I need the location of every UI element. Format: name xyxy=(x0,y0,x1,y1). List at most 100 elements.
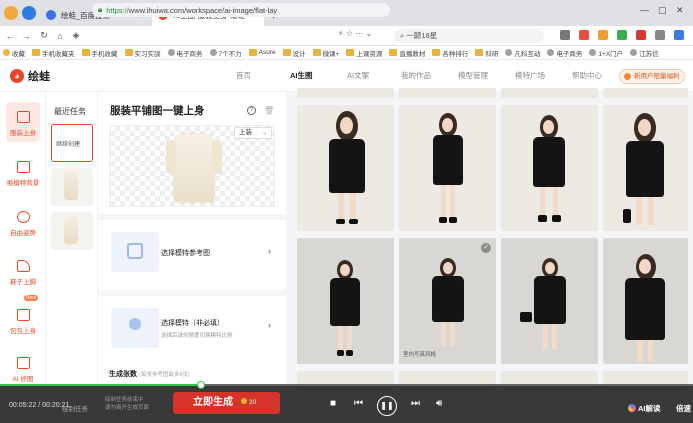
result-image[interactable] xyxy=(297,88,394,98)
bag-icon xyxy=(16,309,30,321)
browser-search-input[interactable]: ⌕ 一颠18星 xyxy=(394,29,544,43)
bookmark-item[interactable]: 1+X门户 xyxy=(589,48,623,58)
progress-fill xyxy=(0,384,201,386)
bookmark-item[interactable]: 江苏信 xyxy=(630,48,659,58)
model-figure xyxy=(531,115,567,229)
bookmark-item[interactable]: 电子商务 xyxy=(167,48,203,58)
bookmark-item[interactable]: 电子商务 xyxy=(547,48,582,58)
new-user-promo-button[interactable]: 新用户限量福利 xyxy=(619,69,685,84)
reference-model-card[interactable]: 选择模特参考图 › xyxy=(98,214,286,278)
bookmark-item[interactable]: 实习实訓 xyxy=(124,48,161,58)
bookmark-item[interactable]: 手机收藏夹 xyxy=(32,48,75,58)
result-image[interactable] xyxy=(399,105,496,231)
recent-item[interactable] xyxy=(51,212,93,250)
generate-now-button[interactable]: 立即生成 20 xyxy=(173,392,280,414)
forward-icon[interactable]: → xyxy=(18,31,34,41)
progress-handle[interactable] xyxy=(196,381,205,389)
image-add-icon xyxy=(127,243,143,259)
task-hint-1: 绘制任务结束中 xyxy=(105,397,144,403)
garment-type-select[interactable]: 上装 ⌄ xyxy=(234,127,272,139)
close-window-icon[interactable]: ✕ xyxy=(676,5,684,16)
result-image[interactable] xyxy=(603,105,688,231)
refresh-icon[interactable]: ↻ xyxy=(36,30,52,41)
bookmark-item[interactable]: 7个不力 xyxy=(209,48,242,58)
results-gallery: ✓ 室内写真风格 xyxy=(286,88,693,391)
result-image[interactable] xyxy=(501,105,598,231)
globe-icon xyxy=(589,49,597,56)
ext-orange-icon[interactable] xyxy=(598,30,608,40)
rail-item-shoes[interactable]: 鞋子上脚 xyxy=(0,251,46,286)
bookmark-item[interactable]: 手机收藏 xyxy=(81,48,118,58)
frog-logo-icon: ◕ xyxy=(10,69,24,83)
scissors-icon[interactable] xyxy=(560,30,570,40)
rail-item-free-pose[interactable]: 自由姿势 xyxy=(0,202,46,237)
rail-item-bags[interactable]: New 包包上身 xyxy=(0,295,46,335)
rail-label: 换模特背景 xyxy=(6,180,40,187)
recent-tasks-title: 最近任务 xyxy=(54,107,86,116)
recent-item[interactable] xyxy=(51,168,93,206)
browser-profile-icon[interactable] xyxy=(4,6,18,20)
url-bar[interactable]: 🔒︎ https:// www.ihuiwa.com/workspace/ai-… xyxy=(92,3,390,17)
ai-explain-button[interactable]: AI解读 xyxy=(628,403,661,414)
result-image[interactable] xyxy=(603,238,688,364)
ext-blue-icon[interactable] xyxy=(674,30,684,40)
model-select-title: 选择模特（非必填） xyxy=(161,320,224,327)
bookmarks-bar: 收藏 手机收藏夹 手机收藏 实习实訓 电子商务 7个不力 Asure 设计 微课… xyxy=(0,46,693,60)
rail-item-outfit[interactable]: 服装上身 xyxy=(0,102,46,142)
next-icon[interactable]: ⏭︎ xyxy=(411,398,420,409)
recent-item-continue[interactable]: 继续创建 xyxy=(51,124,93,162)
result-image[interactable] xyxy=(297,238,394,364)
model-figure xyxy=(431,113,465,229)
ext-green-icon[interactable] xyxy=(617,30,627,40)
bookmark-item[interactable]: 设计 xyxy=(282,48,306,58)
extension-icon[interactable]: ◈ xyxy=(68,30,84,41)
bookmark-item[interactable]: Asure xyxy=(248,49,276,56)
url-text: www.ihuiwa.com/workspace/ai-image/flat-l… xyxy=(128,5,278,15)
bookmark-item[interactable]: 收藏 xyxy=(3,48,25,58)
result-image-selected[interactable]: ✓ 室内写真风格 xyxy=(399,238,496,364)
pause-button[interactable]: ❚❚ xyxy=(377,396,397,416)
pose-icon xyxy=(16,211,30,223)
tool-rail: 服装上身 换模特背景 自由姿势 鞋子上脚 New 包包上身 AI 修图 xyxy=(0,92,46,384)
bookmark-item[interactable]: 微课+ xyxy=(312,48,339,58)
bookmark-item[interactable]: 凡科互动 xyxy=(505,48,540,58)
previous-icon[interactable]: ⏮︎ xyxy=(354,398,363,409)
maximize-icon[interactable]: ▢ xyxy=(658,5,667,16)
rail-item-model-swap[interactable]: 换模特背景 xyxy=(0,152,46,187)
bookmark-item[interactable]: 上课资源 xyxy=(346,48,382,58)
dress-thumbnail xyxy=(64,216,78,244)
model-figure xyxy=(327,111,367,229)
model-figure xyxy=(625,254,665,364)
volume-icon[interactable]: 🔊︎ xyxy=(436,398,442,409)
browser-logo-icon[interactable] xyxy=(22,6,36,20)
help-icon[interactable]: ? xyxy=(247,106,256,115)
result-image[interactable] xyxy=(603,88,688,98)
rail-label: 鞋子上脚 xyxy=(10,279,36,286)
result-image[interactable] xyxy=(399,88,496,98)
bookmark-item[interactable]: 直播教材 xyxy=(389,48,425,58)
playback-speed-button[interactable]: 倍速 xyxy=(676,403,691,414)
minimize-icon[interactable]: — xyxy=(640,5,649,15)
trash-icon[interactable]: 🗑︎ xyxy=(264,106,274,115)
home-icon[interactable]: ⌂ xyxy=(52,31,68,41)
generate-label: 立即生成 xyxy=(193,397,233,408)
result-image[interactable] xyxy=(297,105,394,231)
rail-item-retouch[interactable]: AI 修图 xyxy=(0,348,46,383)
result-image[interactable] xyxy=(501,88,598,98)
dress-thumbnail xyxy=(64,172,78,200)
stop-icon[interactable]: ■ xyxy=(330,398,336,409)
back-icon[interactable]: ← xyxy=(2,31,18,41)
url-tools-icon[interactable]: ⚡ ☆ ⋯ ⌄ xyxy=(338,29,372,38)
bookmark-item[interactable]: 科研 xyxy=(475,48,498,58)
nav-home[interactable]: 首页 xyxy=(236,60,251,92)
ext-gray-icon[interactable] xyxy=(655,30,665,40)
folder-icon xyxy=(248,49,257,56)
huiwa-logo[interactable]: ◕ 绘蛙 xyxy=(10,68,50,84)
ext-red-icon[interactable] xyxy=(579,30,589,40)
person-add-icon xyxy=(129,318,141,330)
result-image[interactable] xyxy=(501,238,598,364)
bookmark-item[interactable]: 各种排行 xyxy=(432,48,468,58)
selected-check-icon[interactable]: ✓ xyxy=(481,243,491,253)
ext-red2-icon[interactable] xyxy=(636,30,646,40)
model-select-card[interactable]: 选择模特（非必填） 选择后请勿随意切换模特比例 › xyxy=(98,290,286,354)
